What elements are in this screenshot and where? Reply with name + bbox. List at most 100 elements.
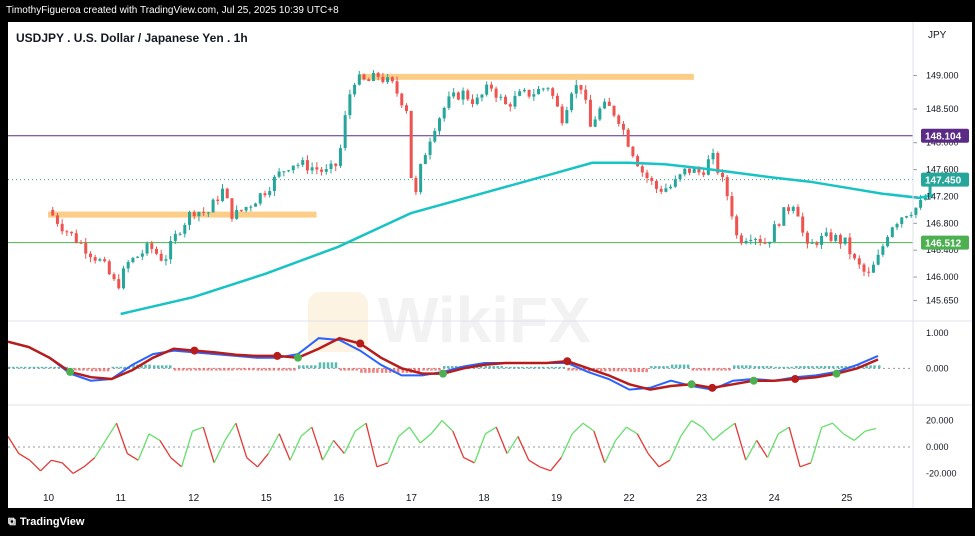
candle-body	[551, 88, 555, 96]
candle-body	[659, 188, 663, 192]
candle-body	[820, 235, 824, 245]
oscillator-tick-label: 20.000	[926, 416, 954, 426]
macd-histogram-bar	[74, 368, 77, 371]
oscillator-segment	[408, 426, 421, 444]
candle-body	[881, 246, 885, 255]
cross-marker	[66, 367, 75, 376]
candle-body	[857, 258, 861, 265]
macd-histogram-bar	[82, 368, 85, 371]
candle-body	[796, 206, 800, 217]
macd-histogram-bar	[157, 365, 160, 369]
time-tick-label: 19	[551, 493, 563, 504]
candle-body	[357, 74, 361, 85]
candle-body	[371, 72, 375, 82]
macd-histogram-bar	[256, 368, 260, 371]
macd-histogram-bar	[148, 364, 151, 369]
oscillator-segment	[180, 430, 194, 468]
candle-body	[230, 198, 234, 219]
candle-body	[593, 119, 597, 127]
candle-body	[565, 110, 569, 124]
oscillator-segment	[51, 459, 63, 464]
oscillator-segment	[604, 440, 617, 464]
candle-body	[381, 76, 385, 83]
candle-body	[824, 232, 828, 236]
macd-histogram-bar	[189, 368, 193, 371]
chart-title: USDJPY . U.S. Dollar / Japanese Yen . 1h	[16, 31, 248, 45]
macd-histogram-bar	[94, 368, 98, 372]
price-tick-label: 146.800	[926, 218, 959, 228]
time-tick-label: 11	[116, 493, 127, 504]
macd-histogram-bar	[347, 368, 350, 371]
price-tick-label: 147.200	[926, 191, 959, 201]
candle-body	[711, 153, 715, 160]
chart-area[interactable]: WikiFX USDJPY . U.S. Dollar / Japanese Y…	[7, 22, 972, 508]
candle-body	[277, 171, 281, 177]
footer-bar: ⧉ TradingView	[0, 508, 975, 536]
cross-marker	[563, 357, 572, 366]
credit-bar: TimothyFigueroa created with TradingView…	[0, 0, 975, 22]
time-tick-label: 10	[43, 493, 55, 504]
candle-body	[136, 256, 140, 258]
macd-histogram-bar	[682, 364, 686, 369]
candle-body	[442, 107, 446, 119]
time-tick-label: 24	[769, 493, 781, 504]
candle-body	[197, 211, 201, 217]
candle-body	[744, 241, 748, 244]
candle-body	[702, 172, 706, 175]
oscillator-segment	[127, 453, 139, 461]
candle-body	[801, 216, 805, 233]
macd-histogram-bar	[451, 366, 454, 369]
oscillator-segment	[778, 426, 790, 435]
oscillator-segment	[257, 453, 269, 468]
macd-histogram-bar	[215, 368, 218, 371]
price-axis: 145.650146.000146.400146.800147.200147.6…	[913, 71, 959, 306]
macd-histogram-bar	[235, 368, 239, 371]
macd-histogram-bar	[724, 368, 727, 371]
chart-svg[interactable]: WikiFX USDJPY . U.S. Dollar / Japanese Y…	[7, 22, 972, 508]
candle-body	[291, 165, 295, 171]
oscillator-segment	[267, 433, 280, 454]
price-label-text: 146.512	[925, 239, 962, 250]
macd-histogram-bar	[268, 368, 272, 371]
macd-histogram-bar	[786, 366, 789, 369]
candle-body	[687, 168, 691, 173]
oscillator-segment	[289, 436, 302, 461]
oscillator-segment	[723, 422, 736, 432]
macd-histogram-bar	[803, 366, 806, 369]
candle-body	[367, 79, 371, 82]
candle-body	[834, 234, 838, 241]
macd-histogram-bar	[878, 365, 881, 369]
macd-histogram-bar	[24, 366, 27, 369]
cross-marker	[439, 369, 447, 378]
oscillator-segment	[332, 439, 345, 455]
tradingview-logo[interactable]: ⧉ TradingView	[0, 508, 84, 536]
macd-histogram-bar	[562, 366, 566, 369]
candle-body	[287, 170, 291, 172]
macd-histogram-bar	[239, 368, 243, 371]
macd-histogram-bar	[550, 366, 554, 369]
macd-histogram-bar	[260, 368, 264, 371]
candle-body	[74, 233, 78, 243]
oscillator-segment	[419, 433, 432, 444]
oscillator-segment	[72, 466, 85, 474]
macd-histogram-bar	[210, 368, 213, 371]
candle-body	[919, 199, 923, 208]
oscillator-segment	[571, 422, 584, 435]
candle-body	[772, 224, 776, 242]
macd-histogram-bar	[691, 368, 695, 371]
macd-histogram-bar	[185, 368, 189, 371]
candle-body	[254, 203, 258, 207]
oscillator-segment	[473, 433, 487, 464]
price-tick-label: 148.500	[926, 104, 959, 114]
time-tick-label: 18	[478, 493, 490, 504]
candle-body	[626, 129, 630, 147]
macd-histogram-bar	[443, 366, 446, 369]
macd-histogram-bar	[202, 368, 205, 371]
macd-histogram-bar	[815, 366, 819, 369]
macd-histogram-bar	[343, 368, 346, 371]
macd-histogram-bar	[364, 368, 367, 373]
macd-histogram-bar	[686, 364, 690, 369]
macd-histogram-bar	[571, 368, 574, 371]
macd-histogram-bar	[554, 366, 558, 369]
candle-body	[522, 89, 526, 92]
